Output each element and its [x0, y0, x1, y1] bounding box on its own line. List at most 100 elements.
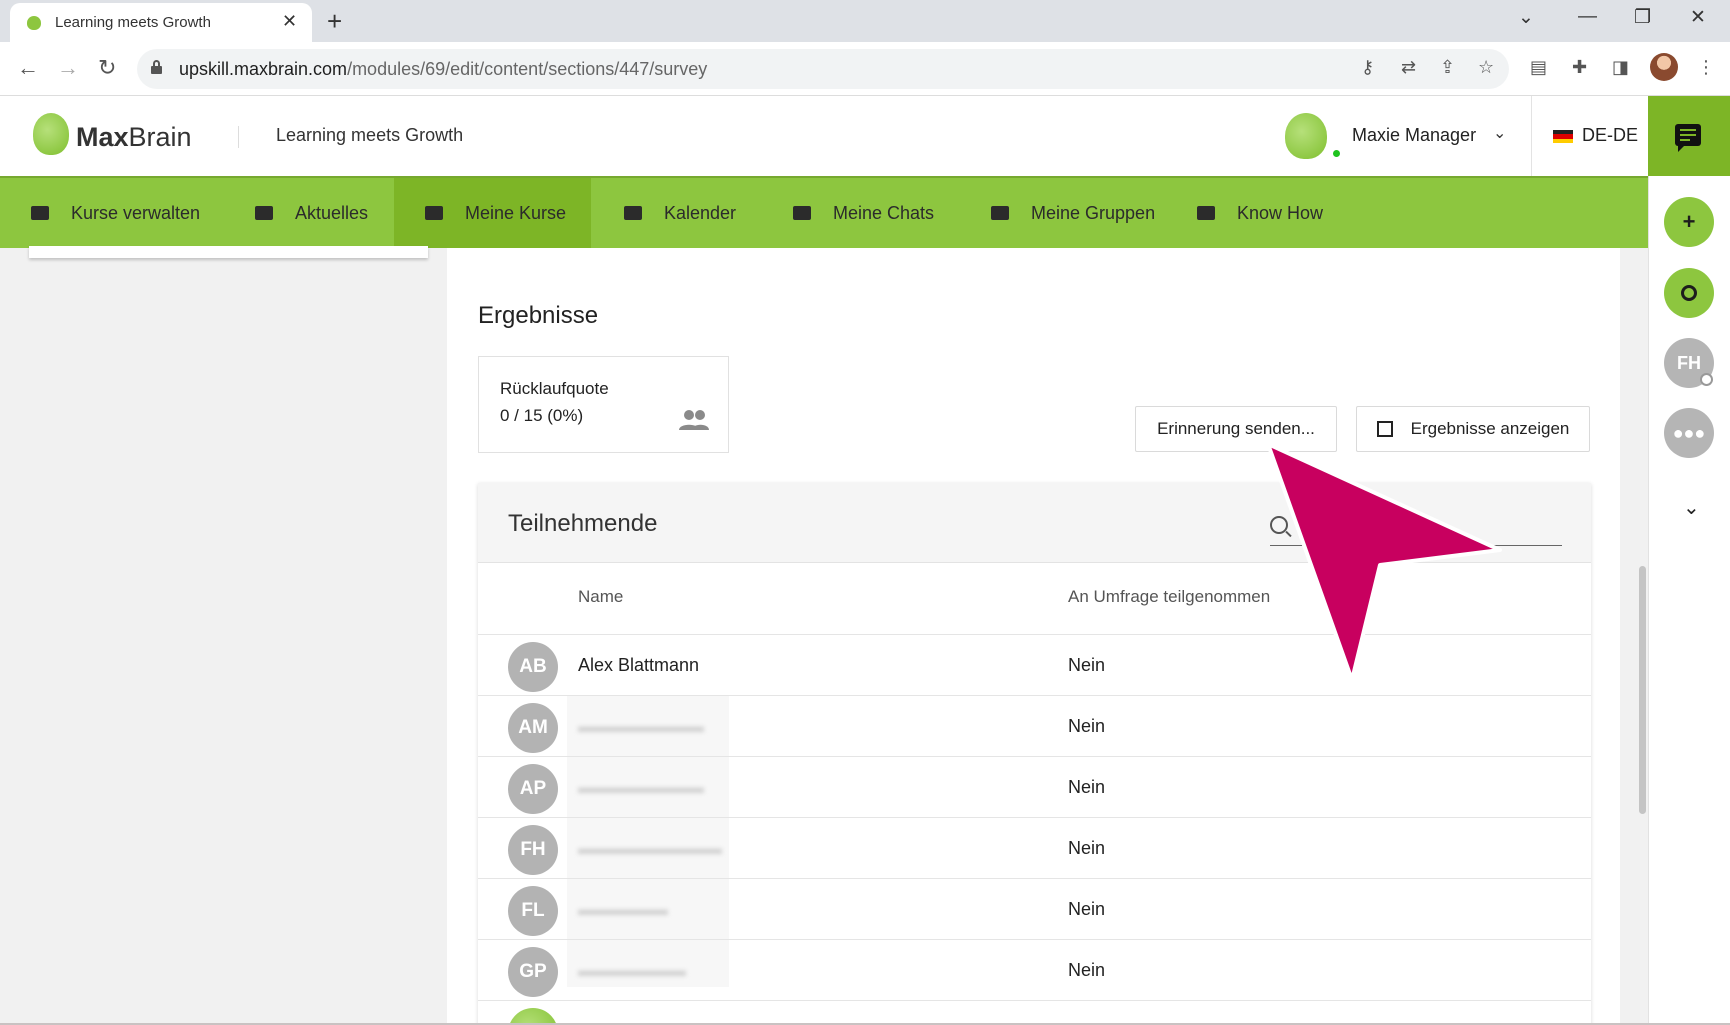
key-icon[interactable]: ⚷: [1361, 57, 1374, 78]
participation-status: Nein: [1068, 960, 1106, 980]
language-divider: [1531, 96, 1532, 176]
participant-name-redacted: ▬▬▬▬▬▬▬: [578, 777, 704, 797]
extension-app-icon[interactable]: ▤: [1530, 57, 1547, 78]
extensions-puzzle-icon[interactable]: ✚: [1572, 57, 1587, 78]
participants-header: Teilnehmende: [478, 483, 1591, 563]
back-icon[interactable]: ←: [17, 55, 39, 81]
participant-avatar: FH: [508, 825, 558, 875]
table-row[interactable]: FH ▬▬▬▬▬▬▬▬ Nein: [478, 817, 1591, 878]
nav-item-meine-gruppen[interactable]: Meine Gruppen: [971, 178, 1186, 248]
browser-toolbar: ← → ↻ upskill.maxbrain.com/modules/69/ed…: [0, 42, 1730, 96]
response-rate-label: Rücklaufquote: [500, 379, 609, 398]
scrollbar[interactable]: [1639, 566, 1646, 814]
online-status-dot: [1331, 148, 1342, 159]
forward-icon[interactable]: →: [57, 55, 79, 81]
table-row[interactable]: [478, 1000, 1591, 1025]
search-button[interactable]: [1664, 268, 1714, 318]
browser-tab[interactable]: Learning meets Growth ✕: [10, 3, 312, 42]
table-row[interactable]: AP ▬▬▬▬▬▬▬ Nein: [478, 756, 1591, 817]
bookmark-star-icon[interactable]: ☆: [1478, 57, 1494, 78]
translate-icon[interactable]: ⇄: [1401, 57, 1416, 78]
main-navigation: Kurse verwalten Aktuelles Meine Kurse Ka…: [0, 176, 1648, 248]
nav-item-kurse-verwalten[interactable]: Kurse verwalten: [0, 178, 224, 248]
participant-name-redacted: ▬▬▬▬▬▬▬: [578, 716, 704, 736]
send-reminder-button[interactable]: Erinnerung senden...: [1135, 406, 1337, 452]
participant-name-redacted: ▬▬▬▬▬▬: [578, 960, 686, 980]
groups-icon: ●●●: [1672, 422, 1706, 443]
participant-avatar: FL: [508, 886, 558, 936]
participants-table: Teilnehmende Name An Umfrage teilgenomme…: [478, 483, 1591, 1025]
response-rate-value: 0 / 15 (0%): [500, 406, 584, 425]
side-panel-icon[interactable]: ◨: [1612, 57, 1629, 78]
restore-icon[interactable]: ❐: [1634, 6, 1651, 29]
participation-status: Nein: [1068, 838, 1106, 858]
tab-title: Learning meets Growth: [55, 14, 211, 31]
presence-status-dot: [1700, 373, 1713, 386]
maxbrain-logo-text[interactable]: MaxBrain: [76, 122, 192, 153]
minimize-icon[interactable]: —: [1578, 6, 1597, 28]
show-results-label: Ergebnisse anzeigen: [1410, 419, 1570, 438]
response-rate-card: Rücklaufquote 0 / 15 (0%): [478, 356, 729, 453]
user-avatar[interactable]: [1285, 113, 1327, 159]
share-icon[interactable]: ⇪: [1440, 57, 1455, 78]
nav-item-know-how[interactable]: Know How: [1186, 178, 1346, 248]
participation-status: Nein: [1068, 899, 1106, 919]
language-selector[interactable]: DE-DE: [1582, 125, 1638, 146]
column-header-name[interactable]: Name: [578, 587, 623, 607]
chat-launcher-button[interactable]: [1648, 96, 1730, 176]
nav-item-meine-kurse[interactable]: Meine Kurse: [394, 178, 591, 248]
nav-label: Aktuelles: [295, 202, 369, 223]
plus-icon: +: [1682, 209, 1696, 234]
app-header: MaxBrain Learning meets Growth Maxie Man…: [0, 96, 1648, 176]
app-title: Learning meets Growth: [276, 125, 464, 145]
chevron-down-icon[interactable]: ⌄: [1493, 123, 1506, 143]
send-reminder-label: Erinnerung senden...: [1157, 419, 1315, 438]
chat-bubble-icon: [1675, 124, 1701, 152]
table-row[interactable]: AB Alex Blattmann Nein: [478, 634, 1591, 695]
address-bar[interactable]: upskill.maxbrain.com/modules/69/edit/con…: [137, 49, 1509, 89]
inbox-icon: [793, 206, 811, 220]
nav-item-meine-chats[interactable]: Meine Chats: [763, 178, 971, 248]
user-menu-name[interactable]: Maxie Manager: [1352, 125, 1476, 146]
browser-profile-avatar[interactable]: [1650, 53, 1678, 81]
book-icon: [1197, 206, 1215, 220]
header-divider: [238, 126, 239, 148]
participant-avatar: AP: [508, 764, 558, 814]
search-icon: [1681, 285, 1697, 301]
participant-avatar: AB: [508, 642, 558, 692]
participant-avatar: GP: [508, 947, 558, 997]
chevron-down-icon[interactable]: ⌄: [1683, 495, 1700, 520]
results-title: Ergebnisse: [478, 302, 599, 329]
nav-label: Meine Kurse: [465, 202, 567, 223]
participants-search-input[interactable]: [1270, 545, 1562, 546]
table-row[interactable]: AM ▬▬▬▬▬▬▬ Nein: [478, 695, 1591, 756]
participation-status: Nein: [1068, 655, 1106, 675]
table-row[interactable]: GP ▬▬▬▬▬▬ Nein: [478, 939, 1591, 1000]
nav-label: Kalender: [664, 202, 737, 223]
more-menu-icon[interactable]: ⋮: [1697, 57, 1715, 78]
column-header-participated[interactable]: An Umfrage teilgenommen: [1068, 587, 1270, 607]
group-card-icon: [991, 206, 1009, 220]
german-flag-icon: [1553, 130, 1573, 143]
library-icon: [255, 206, 273, 220]
add-button[interactable]: +: [1664, 197, 1714, 247]
nav-item-aktuelles[interactable]: Aktuelles: [224, 178, 394, 248]
participant-name-redacted: ▬▬▬▬▬: [578, 899, 668, 919]
show-results-button[interactable]: Ergebnisse anzeigen: [1356, 406, 1590, 452]
tab-search-chevron-icon[interactable]: ⌄: [1518, 6, 1534, 29]
url-text: upskill.maxbrain.com/modules/69/edit/con…: [179, 59, 708, 79]
nav-label: Kurse verwalten: [71, 202, 201, 223]
search-icon[interactable]: [1270, 516, 1288, 534]
close-tab-icon[interactable]: ✕: [282, 11, 297, 32]
maxbrain-logo-icon: [33, 113, 69, 155]
reload-icon[interactable]: ↻: [98, 55, 116, 81]
new-tab-icon[interactable]: +: [327, 6, 342, 37]
table-row[interactable]: FL ▬▬▬▬▬ Nein: [478, 878, 1591, 939]
close-window-icon[interactable]: ✕: [1690, 6, 1706, 29]
nav-label: Know How: [1237, 202, 1324, 223]
groups-button[interactable]: ●●●: [1664, 408, 1714, 458]
nav-item-kalender[interactable]: Kalender: [591, 178, 763, 248]
nav-label: Meine Gruppen: [1031, 202, 1156, 223]
browser-tabstrip: Learning meets Growth ✕ + ⌄ — ❐ ✕: [0, 0, 1730, 42]
maxbrain-favicon-icon: [27, 16, 41, 30]
